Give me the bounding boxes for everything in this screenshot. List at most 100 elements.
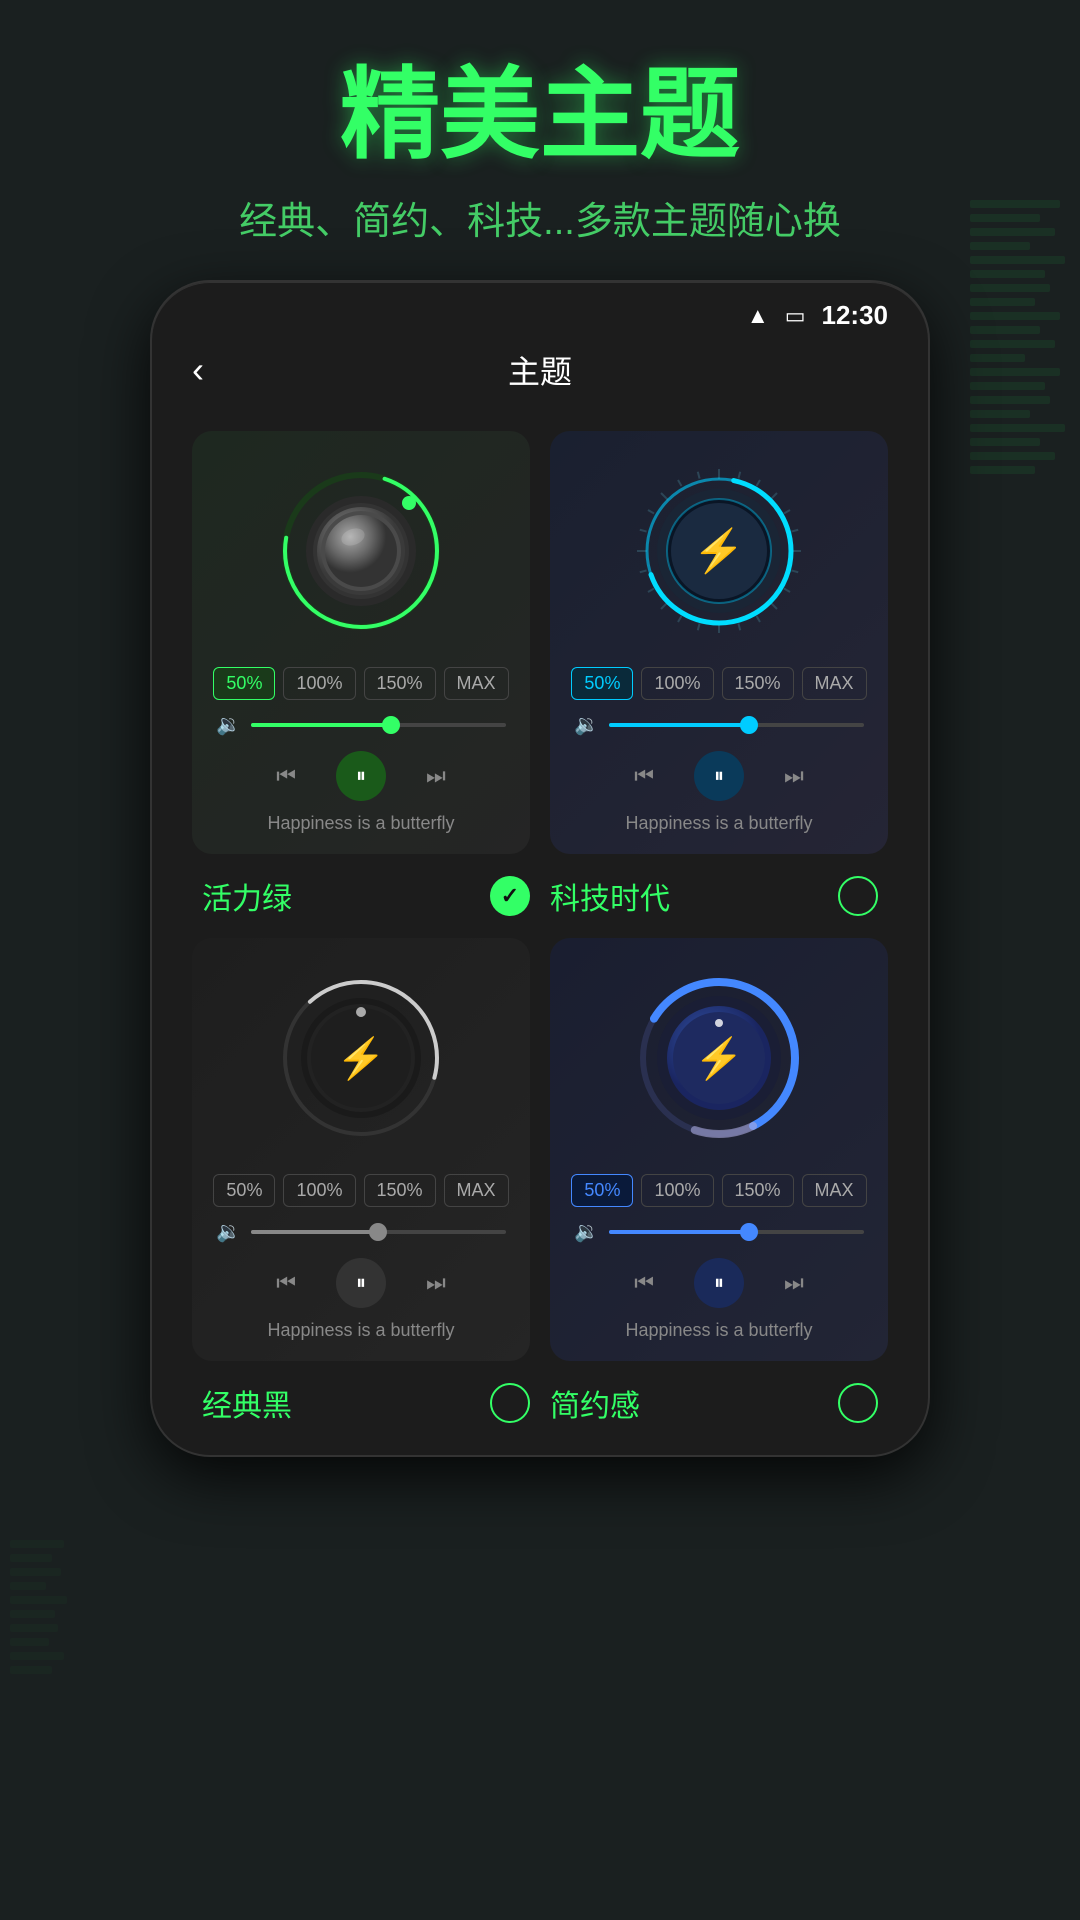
play-btn-cyan[interactable]: ⏸: [694, 751, 744, 801]
song-title-gray: Happiness is a butterfly: [212, 1320, 510, 1341]
knob-svg-cyan: ⚡: [629, 461, 809, 641]
play-btn-blue[interactable]: ⏸: [694, 1258, 744, 1308]
transport-blue: ⏮ ⏸ ⏭: [570, 1258, 868, 1308]
song-title-blue: Happiness is a butterfly: [570, 1320, 868, 1341]
theme-card-cyan[interactable]: ⚡ 50% 100% 150% MAX 🔉 ⏮: [550, 431, 888, 854]
volume-icon-gray: 🔉: [216, 1219, 241, 1244]
volume-row-gray: 🔉: [212, 1219, 510, 1244]
theme-name-gray: 经典黑: [202, 1381, 292, 1425]
slider-track-blue[interactable]: [609, 1230, 864, 1234]
pct-max-gray[interactable]: MAX: [444, 1174, 509, 1207]
bg-lines-left: [0, 1520, 80, 1920]
pct-150-blue[interactable]: 150%: [722, 1174, 794, 1207]
knob-area-blue: ⚡: [570, 958, 868, 1158]
theme-name-blue: 简约感: [550, 1381, 640, 1425]
slider-fill-blue: [609, 1230, 749, 1234]
status-bar: ▲ ▭ 12:30: [152, 282, 928, 339]
pct-50-blue[interactable]: 50%: [571, 1174, 633, 1207]
svg-text:⚡: ⚡: [694, 1035, 744, 1082]
transport-green: ⏮ ⏸ ⏭: [212, 751, 510, 801]
pct-150-cyan[interactable]: 150%: [722, 667, 794, 700]
pct-150-green[interactable]: 150%: [364, 667, 436, 700]
knob-svg-green: [271, 461, 451, 641]
knob-area-cyan: ⚡: [570, 451, 868, 651]
song-title-green: Happiness is a butterfly: [212, 813, 510, 834]
slider-thumb-gray: [369, 1223, 387, 1241]
volume-icon-blue: 🔉: [574, 1219, 599, 1244]
select-circle-blue: [838, 1383, 878, 1423]
theme-card-green[interactable]: 50% 100% 150% MAX 🔉 ⏮ ⏸ ⏭ Happiness is: [192, 431, 530, 854]
knob-svg-gray: ⚡: [271, 968, 451, 1148]
slider-track-gray[interactable]: [251, 1230, 506, 1234]
pct-100-blue[interactable]: 100%: [641, 1174, 713, 1207]
theme-label-blue[interactable]: 简约感: [540, 1381, 888, 1425]
theme-name-green: 活力绿: [202, 874, 292, 918]
pct-max-green[interactable]: MAX: [444, 667, 509, 700]
theme-label-gray[interactable]: 经典黑: [192, 1381, 540, 1425]
slider-fill-gray: [251, 1230, 379, 1234]
pct-buttons-gray: 50% 100% 150% MAX: [212, 1174, 510, 1207]
pause-icon-cyan: ⏸: [714, 765, 724, 788]
transport-gray: ⏮ ⏸ ⏭: [212, 1258, 510, 1308]
back-button[interactable]: ‹: [192, 349, 204, 391]
knob-area-green: [212, 451, 510, 651]
theme-label-green[interactable]: 活力绿 ✓: [192, 874, 540, 918]
pct-50-gray[interactable]: 50%: [213, 1174, 275, 1207]
pct-buttons-blue: 50% 100% 150% MAX: [570, 1174, 868, 1207]
power-button: [928, 482, 930, 562]
phone-mockup: ▲ ▭ 12:30 ‹ 主题: [150, 280, 930, 1457]
battery-icon: ▭: [785, 303, 806, 329]
volume-icon-green: 🔉: [216, 712, 241, 737]
prev-btn-cyan[interactable]: ⏮: [634, 763, 654, 789]
pause-icon-blue: ⏸: [714, 1272, 724, 1295]
pct-50-cyan[interactable]: 50%: [571, 667, 633, 700]
theme-label-cyan[interactable]: 科技时代: [540, 874, 888, 918]
prev-btn-green[interactable]: ⏮: [276, 763, 296, 789]
svg-text:⚡: ⚡: [693, 526, 745, 576]
next-btn-green[interactable]: ⏭: [426, 763, 446, 789]
slider-thumb-blue: [740, 1223, 758, 1241]
volume-row-cyan: 🔉: [570, 712, 868, 737]
prev-btn-blue[interactable]: ⏮: [634, 1270, 654, 1296]
theme-card-gray[interactable]: ⚡ 50% 100% 150% MAX 🔉 ⏮: [192, 938, 530, 1361]
next-btn-gray[interactable]: ⏭: [426, 1270, 446, 1296]
select-circle-gray: [490, 1383, 530, 1423]
main-title: 精美主题: [40, 60, 1040, 170]
pct-max-cyan[interactable]: MAX: [802, 667, 867, 700]
transport-cyan: ⏮ ⏸ ⏭: [570, 751, 868, 801]
header: 精美主题 经典、简约、科技...多款主题随心换: [0, 0, 1080, 275]
next-btn-cyan[interactable]: ⏭: [784, 763, 804, 789]
page-title: 主题: [508, 347, 572, 393]
theme-card-blue[interactable]: ⚡ 50% 100% 150% MAX 🔉 ⏮: [550, 938, 888, 1361]
pct-buttons-cyan: 50% 100% 150% MAX: [570, 667, 868, 700]
play-btn-green[interactable]: ⏸: [336, 751, 386, 801]
pct-100-green[interactable]: 100%: [283, 667, 355, 700]
pct-50-green[interactable]: 50%: [213, 667, 275, 700]
pause-icon-green: ⏸: [356, 765, 366, 788]
themes-grid-2: ⚡ 50% 100% 150% MAX 🔉 ⏮: [152, 928, 928, 1381]
select-circle-cyan: [838, 876, 878, 916]
slider-track-cyan[interactable]: [609, 723, 864, 727]
pause-icon-gray: ⏸: [356, 1272, 366, 1295]
pct-max-blue[interactable]: MAX: [802, 1174, 867, 1207]
play-btn-gray[interactable]: ⏸: [336, 1258, 386, 1308]
knob-svg-blue: ⚡: [629, 968, 809, 1148]
selected-check-green: ✓: [490, 876, 530, 916]
prev-btn-gray[interactable]: ⏮: [276, 1270, 296, 1296]
theme-name-cyan: 科技时代: [550, 874, 670, 918]
svg-text:⚡: ⚡: [336, 1035, 386, 1082]
slider-fill-cyan: [609, 723, 749, 727]
slider-fill-green: [251, 723, 391, 727]
pct-100-gray[interactable]: 100%: [283, 1174, 355, 1207]
pct-100-cyan[interactable]: 100%: [641, 667, 713, 700]
pct-150-gray[interactable]: 150%: [364, 1174, 436, 1207]
slider-thumb-green: [382, 716, 400, 734]
next-btn-blue[interactable]: ⏭: [784, 1270, 804, 1296]
sub-title: 经典、简约、科技...多款主题随心换: [40, 190, 1040, 245]
volume-row-blue: 🔉: [570, 1219, 868, 1244]
bg-lines-right: [960, 0, 1080, 1920]
volume-icon-cyan: 🔉: [574, 712, 599, 737]
volume-row-green: 🔉: [212, 712, 510, 737]
slider-track-green[interactable]: [251, 723, 506, 727]
nav-bar: ‹ 主题: [152, 339, 928, 411]
